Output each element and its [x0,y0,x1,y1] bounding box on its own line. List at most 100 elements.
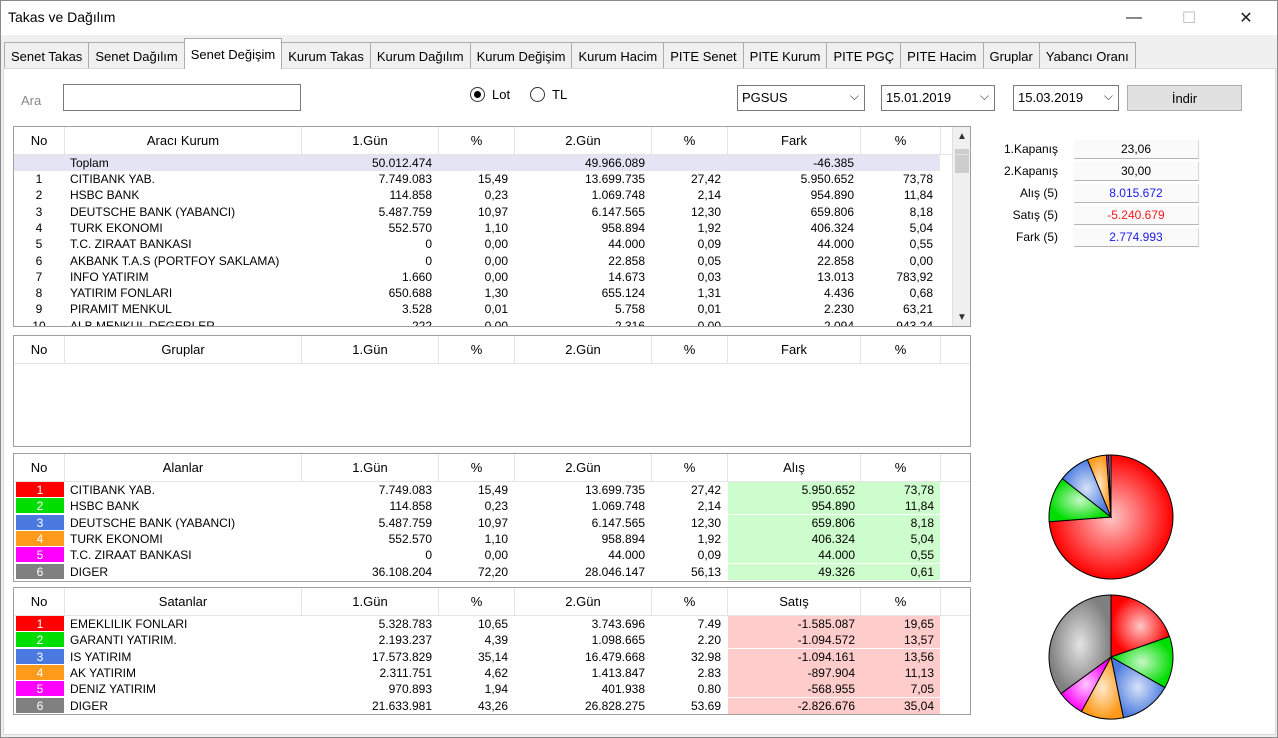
cell-pct2: 0,05 [697,253,721,268]
tab-pite-pg-[interactable]: PITE PGÇ [826,42,902,69]
tab-kurum-da-l-m[interactable]: Kurum Dağılım [369,42,471,69]
column-header-name[interactable]: Aracı Kurum [65,127,302,155]
cell-pct1: 0,01 [484,302,508,317]
tab-kurum-de-i-im[interactable]: Kurum Değişim [469,42,573,69]
close-button[interactable]: ✕ [1223,1,1269,35]
table-row[interactable]: 4 AK YATIRIM 2.311.751 4,62 1.413.847 2.83 -89… [14,664,940,681]
cell-no: 4 [14,530,64,547]
column-header-day2[interactable]: 2.Gün [515,454,652,482]
column-header-pct2[interactable]: % [652,454,728,482]
tab-pite-hacim[interactable]: PITE Hacim [900,42,984,69]
column-header-day2[interactable]: 2.Gün [515,588,652,616]
sellers-table: No Satanlar 1.Gün% 2.Gün% Satış% 1 EMEKLILIK F… [13,587,971,715]
table-row[interactable]: 1 CITIBANK YAB. 7.749.083 15,49 13.699.735 27… [14,171,940,187]
column-header-day2[interactable]: 2.Gün [515,127,652,155]
cell-name: EMEKLILIK FONLARI [70,617,188,631]
column-header-diff[interactable]: Alış [728,454,861,482]
column-header-no[interactable]: No [14,454,65,482]
column-header-no[interactable]: No [14,336,65,364]
table-row[interactable]: 5 T.C. ZIRAAT BANKASI 0 0,00 44.000 0,09 44.00… [14,236,940,252]
download-button[interactable]: İndir [1127,85,1242,111]
maximize-button[interactable]: ☐ [1166,1,1212,35]
column-header-day1[interactable]: 1.Gün [302,336,439,364]
column-header-pct2[interactable]: % [652,588,728,616]
table-row[interactable]: 10 ALB MENKUL DEGERLER 222 0,00 2.316 0,00 2.0… [14,318,940,326]
cell-day1: 114.858 [389,499,433,514]
column-header-pct3[interactable]: % [861,454,941,482]
table-row[interactable]: 1 CITIBANK YAB. 7.749.083 15,49 13.699.735 27… [14,482,940,498]
column-header-day2[interactable]: 2.Gün [515,336,652,364]
cell-diff: -568.955 [728,681,861,698]
column-header-day1[interactable]: 1.Gün [302,127,439,155]
radio-lot-label: Lot [492,87,511,102]
tab-senet-de-i-im[interactable]: Senet Değişim [183,38,283,69]
table-row[interactable]: 7 INFO YATIRIM 1.660 0,00 14.673 0,03 13.013 78… [14,269,940,285]
column-header-day1[interactable]: 1.Gün [302,454,439,482]
tab-kurum-hacim[interactable]: Kurum Hacim [571,42,665,69]
table-row[interactable]: 5 DENIZ YATIRIM 970.893 1,94 401.938 0.80 -568… [14,681,940,698]
column-header-pct3[interactable]: % [861,588,941,616]
cell-day1: 5.328.783 [378,617,432,631]
tab-pite-kurum[interactable]: PITE Kurum [742,42,828,69]
column-header-diff[interactable]: Satış [728,588,861,616]
table-row[interactable]: 2 HSBC BANK 114.858 0,23 1.069.748 2,14 954.89… [14,498,940,515]
column-header-pct1[interactable]: % [439,454,515,482]
table-row[interactable]: 6 DIGER 21.633.981 43,26 26.828.275 53.69 -2.8… [14,697,940,714]
table-row[interactable]: 6 DIGER 36.108.204 72,20 28.046.147 56,13 49.3… [14,563,940,580]
tab-pite-senet[interactable]: PITE Senet [663,42,744,69]
cell-day2: 26.828.275 [584,698,645,713]
main-table-scrollbar[interactable]: ▲ ▼ [952,127,970,326]
tab-senet-takas[interactable]: Senet Takas [4,42,90,69]
cell-pct1: 0,00 [484,253,508,268]
column-header-name[interactable]: Satanlar [65,588,302,616]
table-row[interactable]: 5 T.C. ZIRAAT BANKASI 0 0,00 44.000 0,09 44.00… [14,547,940,564]
column-header-pct2[interactable]: % [652,127,728,155]
cell-pct3: 0,55 [909,237,933,252]
table-row[interactable]: 2 HSBC BANK 114.858 0,23 1.069.748 2,14 954.89… [14,187,940,203]
table-row[interactable]: 3 IS YATIRIM 17.573.829 35,14 16.479.668 32.9… [14,648,940,665]
radio-tl[interactable]: TL [530,87,567,102]
search-input[interactable] [63,84,301,111]
column-header-no[interactable]: No [14,588,65,616]
column-header-name[interactable]: Alanlar [65,454,302,482]
total-row[interactable]: Toplam 50.012.474 49.966.089 -46.385 [14,155,940,171]
tab-senet-da-l-m[interactable]: Senet Dağılım [88,42,185,69]
table-row[interactable]: 3 DEUTSCHE BANK (YABANCI) 5.487.759 10,97 6.… [14,204,940,220]
tab-kurum-takas[interactable]: Kurum Takas [281,42,371,69]
cell-day1: 0 [425,253,432,268]
scroll-down-icon[interactable]: ▼ [953,308,970,326]
radio-lot[interactable]: Lot [470,87,510,102]
cell-day1: 2.193.237 [378,633,432,648]
tab-gruplar[interactable]: Gruplar [982,42,1040,69]
table-row[interactable]: 9 PIRAMIT MENKUL 3.528 0,01 5.758 0,01 2.230 63… [14,301,940,317]
symbol-select[interactable]: PGSUS ⌵ [737,85,865,111]
tab-yabanc-oran-[interactable]: Yabancı Oranı [1038,42,1136,69]
minimize-button[interactable]: — [1111,1,1157,35]
rank-badge: 1 [16,482,64,498]
column-header-day1[interactable]: 1.Gün [302,588,439,616]
cell-pct3: 73,78 [861,482,940,498]
column-header-pct1[interactable]: % [439,336,515,364]
column-header-pct2[interactable]: % [652,336,728,364]
table-row[interactable]: 6 AKBANK T.A.S (PORTFOY SAKLAMA) 0 0,00 22.8… [14,253,940,269]
date-to-picker[interactable]: 15.03.2019 ⌵ [1013,85,1119,111]
column-header-pct1[interactable]: % [439,588,515,616]
table-row[interactable]: 2 GARANTI YATIRIM. 2.193.237 4,39 1.098.665 2… [14,632,940,649]
column-header-name[interactable]: Gruplar [65,336,302,364]
cell-pct1: 4,62 [484,665,508,680]
table-row[interactable]: 1 EMEKLILIK FONLARI 5.328.783 10,65 3.743.69… [14,616,940,632]
table-row[interactable]: 4 TURK EKONOMI 552.570 1,10 958.894 1,92 406.3… [14,220,940,236]
date-from-picker[interactable]: 15.01.2019 ⌵ [881,85,995,111]
column-header-diff[interactable]: Fark [728,336,861,364]
column-header-pct3[interactable]: % [861,336,941,364]
cell-day2: 6.147.565 [591,515,645,530]
table-row[interactable]: 3 DEUTSCHE BANK (YABANCI) 5.487.759 10,97 6.… [14,514,940,531]
column-header-diff[interactable]: Fark [728,127,861,155]
cell-day1: 552.570 [388,220,432,235]
table-row[interactable]: 8 YATIRIM FONLARI 650.688 1,30 655.124 1,31 4.… [14,285,940,301]
column-header-no[interactable]: No [14,127,65,155]
column-header-pct1[interactable]: % [439,127,515,155]
column-header-pct3[interactable]: % [861,127,941,155]
table-row[interactable]: 4 TURK EKONOMI 552.570 1,10 958.894 1,92 406.3… [14,530,940,547]
radio-selected-dot [474,91,481,98]
